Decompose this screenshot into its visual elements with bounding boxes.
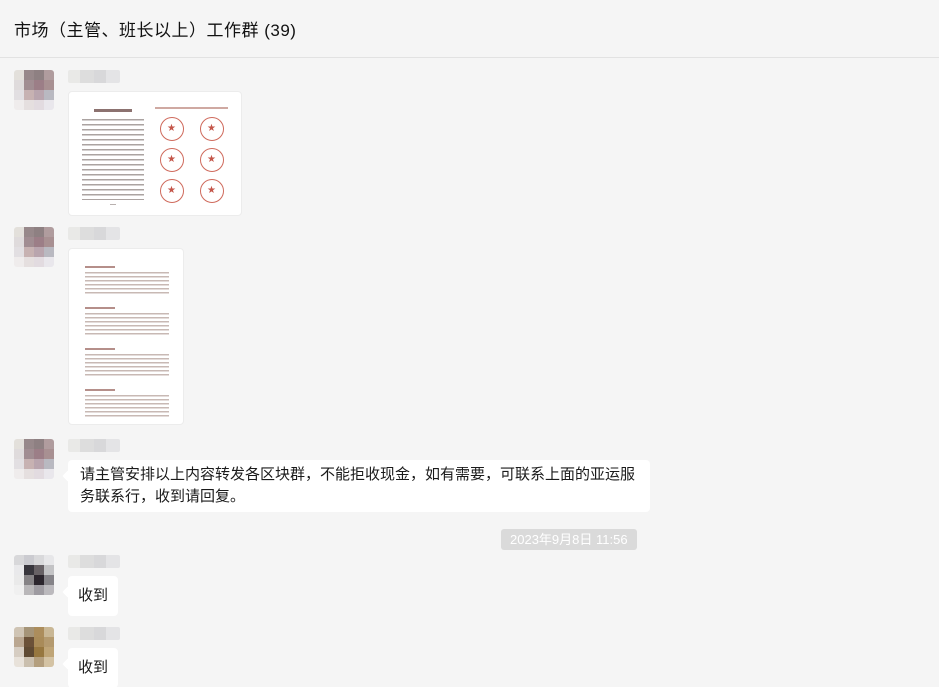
paragraph-heading-placeholder — [85, 389, 115, 391]
chat-header: 市场（主管、班长以上）工作群 (39) — [0, 0, 939, 58]
document-header-placeholder — [155, 107, 228, 109]
document-paragraph — [85, 389, 167, 419]
sender-name-redacted — [68, 627, 120, 640]
avatar[interactable] — [14, 627, 54, 667]
message-row: 请主管安排以上内容转发各区块群，不能拒收现金，如有需要，可联系上面的亚运服务联系… — [14, 439, 925, 512]
document-text-column — [82, 107, 144, 205]
sender-name-redacted — [68, 70, 120, 83]
official-seal-icon: ★ — [200, 117, 224, 141]
official-seal-icon: ★ — [200, 179, 224, 203]
message-content: 收到 — [68, 555, 120, 616]
message-bubble[interactable]: 收到 — [68, 576, 118, 616]
chat-title: 市场（主管、班长以上）工作群 (39) — [14, 16, 296, 41]
message-row — [14, 227, 925, 425]
message-row: 收到 — [14, 627, 925, 687]
avatar[interactable] — [14, 70, 54, 110]
message-list[interactable]: ★ ★ ★ ★ ★ ★ — [0, 58, 939, 687]
paragraph-heading-placeholder — [85, 307, 115, 309]
stamp-grid: ★ ★ ★ ★ ★ ★ — [155, 117, 228, 203]
image-message-stamped-document[interactable]: ★ ★ ★ ★ ★ ★ — [68, 91, 242, 216]
sender-name-redacted — [68, 227, 120, 240]
image-message-contact-list[interactable] — [68, 248, 184, 425]
official-seal-icon: ★ — [160, 148, 184, 172]
document-paragraph — [85, 348, 167, 378]
message-text: 收到 — [78, 587, 108, 604]
paragraph-lines-placeholder — [85, 395, 169, 419]
message-bubble[interactable]: 请主管安排以上内容转发各区块群，不能拒收现金，如有需要，可联系上面的亚运服务联系… — [68, 460, 650, 512]
paragraph-heading-placeholder — [85, 266, 115, 268]
chat-window: 市场（主管、班长以上）工作群 (39) ★ ★ — [0, 0, 939, 687]
avatar[interactable] — [14, 555, 54, 595]
message-content: ★ ★ ★ ★ ★ ★ — [68, 70, 242, 216]
message-row: 收到 — [14, 555, 925, 616]
document-title-placeholder — [94, 109, 132, 112]
message-text: 请主管安排以上内容转发各区块群，不能拒收现金，如有需要，可联系上面的亚运服务联系… — [80, 466, 635, 505]
official-seal-icon: ★ — [160, 179, 184, 203]
message-text: 收到 — [78, 659, 108, 676]
document-paragraph — [85, 307, 167, 337]
message-content: 收到 — [68, 627, 120, 687]
message-content — [68, 227, 184, 425]
sender-name-redacted — [68, 555, 120, 568]
official-seal-icon: ★ — [160, 117, 184, 141]
avatar[interactable] — [14, 439, 54, 479]
avatar[interactable] — [14, 227, 54, 267]
document-pagenumber-placeholder — [110, 204, 116, 206]
paragraph-heading-placeholder — [85, 348, 115, 350]
paragraph-lines-placeholder — [85, 313, 169, 337]
document-body-placeholder — [82, 119, 144, 200]
document-paragraph — [85, 266, 167, 296]
paragraph-lines-placeholder — [85, 354, 169, 378]
timestamp-badge: 2023年9月8日 11:56 — [501, 529, 637, 550]
sender-name-redacted — [68, 439, 120, 452]
message-content: 请主管安排以上内容转发各区块群，不能拒收现金，如有需要，可联系上面的亚运服务联系… — [68, 439, 650, 512]
message-bubble[interactable]: 收到 — [68, 648, 118, 687]
official-seal-icon: ★ — [200, 148, 224, 172]
message-row: ★ ★ ★ ★ ★ ★ — [14, 70, 925, 216]
document-stamps-column: ★ ★ ★ ★ ★ ★ — [155, 107, 228, 205]
paragraph-lines-placeholder — [85, 272, 169, 296]
